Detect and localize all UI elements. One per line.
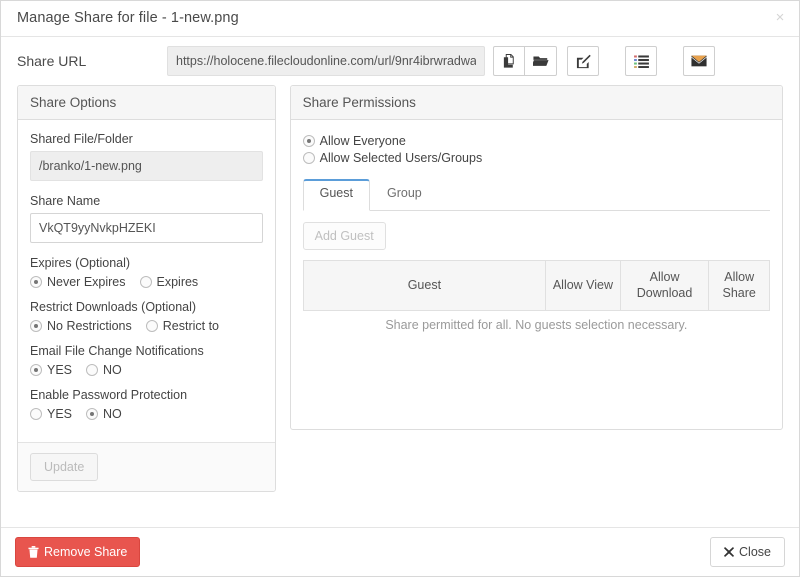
add-guest-wrap: Add Guest <box>302 222 770 250</box>
expires-group: Expires (Optional) Never Expires Expires <box>30 256 263 289</box>
shared-file-label: Shared File/Folder <box>30 132 133 146</box>
column-header-allow-download: Allow Download <box>619 259 710 312</box>
radio-expires[interactable]: Expires <box>139 275 199 289</box>
share-permissions-title: Share Permissions <box>290 86 782 120</box>
share-url-label: Share URL <box>17 53 87 69</box>
edit-url-button[interactable] <box>567 46 599 76</box>
table-header-row: Guest Allow View Allow Download Allow Sh… <box>302 259 770 312</box>
dialog-header: Manage Share for file - 1-new.png × <box>1 1 799 37</box>
access-scope-group: Allow Everyone Allow Selected Users/Grou… <box>302 134 770 165</box>
remove-share-label: Remove Share <box>44 545 128 559</box>
radio-never-expires-label: Never Expires <box>47 275 126 289</box>
close-icon[interactable]: × <box>771 9 789 27</box>
tab-group[interactable]: Group <box>370 179 439 211</box>
copy-url-button[interactable] <box>493 46 525 76</box>
radio-email-yes-dot <box>30 364 42 376</box>
radio-email-no-dot <box>86 364 99 376</box>
share-options-title: Share Options <box>18 86 275 120</box>
shared-file-field: Shared File/Folder <box>30 132 263 181</box>
guest-permissions-table: Guest Allow View Allow Download Allow Sh… <box>302 259 770 312</box>
expires-label: Expires (Optional) <box>30 256 131 270</box>
radio-password-yes-label: YES <box>47 407 73 421</box>
share-options-footer: Update <box>18 442 275 491</box>
column-header-allow-view: Allow View <box>545 259 621 312</box>
close-button-label: Close <box>739 545 771 559</box>
radio-never-expires[interactable]: Never Expires <box>30 275 126 289</box>
radio-password-no-label: NO <box>103 407 122 421</box>
page-title: Manage Share for file - 1-new.png <box>17 10 239 26</box>
share-url-input[interactable] <box>167 46 485 76</box>
share-permissions-body: Allow Everyone Allow Selected Users/Grou… <box>291 120 782 342</box>
radio-allow-everyone[interactable]: Allow Everyone <box>302 134 756 148</box>
radio-no-restrictions[interactable]: No Restrictions <box>30 319 132 333</box>
permissions-tabs: Guest Group <box>302 179 770 211</box>
empty-table-note: Share permitted for all. No guests selec… <box>385 318 688 333</box>
share-url-row: Share URL <box>1 37 799 85</box>
radio-allow-selected-label: Allow Selected Users/Groups <box>319 151 483 165</box>
list-icon <box>633 54 649 68</box>
radio-restrict-to-label: Restrict to <box>162 319 220 333</box>
radio-allow-selected[interactable]: Allow Selected Users/Groups <box>302 151 756 165</box>
radio-restrict-to-dot <box>145 320 158 332</box>
radio-email-no[interactable]: NO <box>86 363 122 377</box>
trash-icon <box>28 546 39 558</box>
share-name-input[interactable] <box>30 213 263 243</box>
restrict-downloads-group: Restrict Downloads (Optional) No Restric… <box>30 300 263 333</box>
email-notifications-label: Email File Change Notifications <box>30 344 204 358</box>
manage-share-dialog: Manage Share for file - 1-new.png × Shar… <box>0 0 800 577</box>
radio-no-restrictions-dot <box>30 320 42 332</box>
close-button[interactable]: Close <box>710 537 785 567</box>
radio-expires-label: Expires <box>156 275 199 289</box>
email-notifications-group: Email File Change Notifications YES NO <box>30 344 263 377</box>
radio-allow-selected-dot <box>302 152 315 164</box>
radio-allow-everyone-label: Allow Everyone <box>319 134 406 148</box>
radio-restrict-to[interactable]: Restrict to <box>145 319 220 333</box>
share-permissions-panel: Share Permissions Allow Everyone Allow S… <box>289 85 783 430</box>
share-name-field: Share Name <box>30 194 263 243</box>
radio-allow-everyone-dot <box>302 135 315 147</box>
add-guest-button[interactable]: Add Guest <box>302 222 386 250</box>
radio-expires-dot <box>139 276 152 288</box>
radio-never-expires-dot <box>30 276 42 288</box>
envelope-icon <box>691 55 707 67</box>
share-name-label: Share Name <box>30 194 101 208</box>
open-folder-icon <box>532 54 549 68</box>
column-header-allow-share: Allow Share <box>708 259 770 312</box>
dialog-footer: Remove Share Close <box>1 527 799 576</box>
password-protection-group: Enable Password Protection YES NO <box>30 388 263 421</box>
open-folder-button[interactable] <box>525 46 557 76</box>
restrict-downloads-label: Restrict Downloads (Optional) <box>30 300 197 314</box>
url-action-button-group <box>493 46 557 76</box>
radio-password-yes[interactable]: YES <box>30 407 72 421</box>
email-share-button[interactable] <box>683 46 715 76</box>
share-options-body: Shared File/Folder Share Name Expires (O… <box>18 120 275 442</box>
copy-icon <box>502 53 517 69</box>
x-icon <box>724 547 735 557</box>
edit-square-icon <box>576 54 591 69</box>
radio-email-yes-label: YES <box>47 363 73 377</box>
tab-guest[interactable]: Guest <box>302 179 370 211</box>
share-options-panel: Share Options Shared File/Folder Share N… <box>17 85 276 492</box>
radio-no-restrictions-label: No Restrictions <box>47 319 132 333</box>
radio-password-no[interactable]: NO <box>86 407 122 421</box>
shared-file-input[interactable] <box>30 151 263 181</box>
remove-share-button[interactable]: Remove Share <box>15 537 141 567</box>
column-header-guest: Guest <box>302 259 547 312</box>
radio-password-yes-dot <box>30 408 42 420</box>
password-protection-label: Enable Password Protection <box>30 388 188 402</box>
radio-email-no-label: NO <box>103 363 122 377</box>
update-button[interactable]: Update <box>30 453 99 481</box>
radio-password-no-dot <box>86 408 99 420</box>
share-list-button[interactable] <box>625 46 657 76</box>
radio-email-yes[interactable]: YES <box>30 363 72 377</box>
dialog-body: Share Options Shared File/Folder Share N… <box>1 85 799 492</box>
